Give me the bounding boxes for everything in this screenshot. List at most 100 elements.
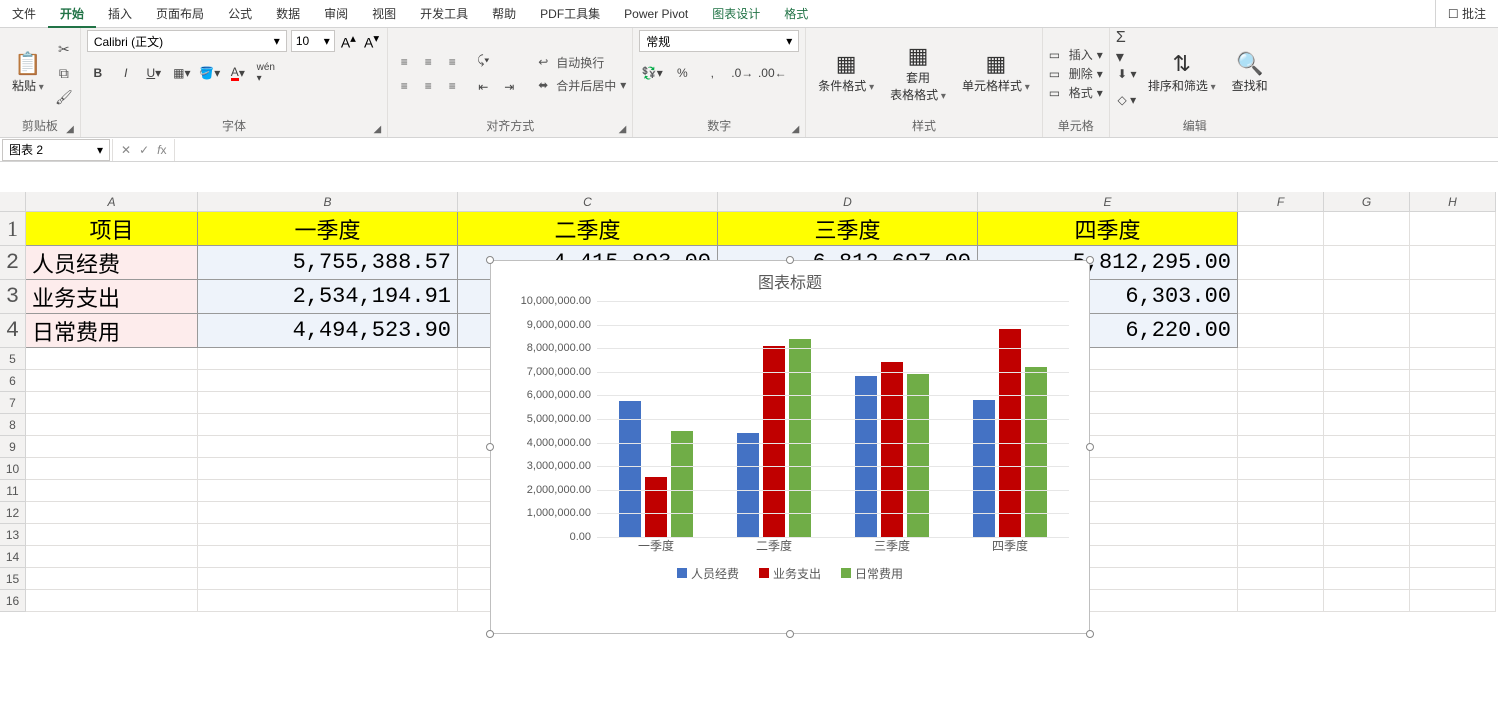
tab-insert[interactable]: 插入: [96, 0, 144, 28]
increase-decimal-button[interactable]: .0→: [729, 62, 755, 84]
row-header-16[interactable]: 16: [0, 590, 26, 612]
cell-g11[interactable]: [1324, 480, 1410, 502]
font-launcher[interactable]: ◢: [374, 124, 382, 135]
col-header-a[interactable]: A: [26, 192, 198, 212]
resize-handle[interactable]: [486, 256, 494, 264]
cell-f15[interactable]: [1238, 568, 1324, 590]
format-painter-button[interactable]: 🖌: [54, 88, 74, 108]
sort-filter-button[interactable]: ⇅排序和筛选: [1142, 51, 1222, 96]
col-header-b[interactable]: B: [198, 192, 458, 212]
font-name-combo[interactable]: Calibri (正文)▾: [87, 30, 287, 52]
tab-powerpivot[interactable]: Power Pivot: [612, 0, 700, 28]
cell-h10[interactable]: [1410, 458, 1496, 480]
cell-f14[interactable]: [1238, 546, 1324, 568]
cell-f7[interactable]: [1238, 392, 1324, 414]
cell-f3[interactable]: [1238, 280, 1324, 314]
fill-button[interactable]: ⬇ ▾: [1116, 63, 1138, 85]
name-box[interactable]: 图表 2▾: [2, 139, 110, 161]
cell-f4[interactable]: [1238, 314, 1324, 348]
embedded-chart[interactable]: 图表标题 0.001,000,000.002,000,000.003,000,0…: [490, 260, 1090, 634]
col-header-c[interactable]: C: [458, 192, 718, 212]
borders-button[interactable]: ▦▾: [171, 62, 193, 84]
tab-chart-format[interactable]: 格式: [772, 0, 820, 28]
cell-a2[interactable]: 人员经费: [26, 246, 198, 280]
cell-b5[interactable]: [198, 348, 458, 370]
tab-file[interactable]: 文件: [0, 0, 48, 28]
cell-b3[interactable]: 2,534,194.91: [198, 280, 458, 314]
cell-h7[interactable]: [1410, 392, 1496, 414]
percent-button[interactable]: %: [669, 62, 695, 84]
cell-h16[interactable]: [1410, 590, 1496, 612]
cell-a4[interactable]: 日常费用: [26, 314, 198, 348]
resize-handle[interactable]: [1086, 630, 1094, 638]
align-left-button[interactable]: ≡: [394, 76, 414, 96]
cell-h6[interactable]: [1410, 370, 1496, 392]
align-center-button[interactable]: ≡: [418, 76, 438, 96]
cell-f10[interactable]: [1238, 458, 1324, 480]
cell-b2[interactable]: 5,755,388.57: [198, 246, 458, 280]
col-header-d[interactable]: D: [718, 192, 978, 212]
row-header-13[interactable]: 13: [0, 524, 26, 546]
cell-f2[interactable]: [1238, 246, 1324, 280]
cell-b11[interactable]: [198, 480, 458, 502]
wrap-text-button[interactable]: ↩自动换行: [534, 54, 626, 71]
tab-help[interactable]: 帮助: [480, 0, 528, 28]
cell-a14[interactable]: [26, 546, 198, 568]
align-launcher[interactable]: ◢: [619, 124, 627, 135]
col-header-e[interactable]: E: [978, 192, 1238, 212]
resize-handle[interactable]: [1086, 443, 1094, 451]
cell-a10[interactable]: [26, 458, 198, 480]
resize-handle[interactable]: [1086, 256, 1094, 264]
formula-input[interactable]: [175, 139, 1498, 161]
cell-f16[interactable]: [1238, 590, 1324, 612]
cell-a12[interactable]: [26, 502, 198, 524]
cell-a16[interactable]: [26, 590, 198, 612]
paste-button[interactable]: 📋 粘贴: [6, 51, 50, 96]
cell-h9[interactable]: [1410, 436, 1496, 458]
resize-handle[interactable]: [486, 443, 494, 451]
col-header-f[interactable]: F: [1238, 192, 1324, 212]
cell-b6[interactable]: [198, 370, 458, 392]
cell-styles-button[interactable]: ▦单元格样式: [956, 51, 1036, 96]
cell-b12[interactable]: [198, 502, 458, 524]
cell-g5[interactable]: [1324, 348, 1410, 370]
cell-a5[interactable]: [26, 348, 198, 370]
cell-b10[interactable]: [198, 458, 458, 480]
cell-a8[interactable]: [26, 414, 198, 436]
tab-home[interactable]: 开始: [48, 0, 96, 28]
cell-f11[interactable]: [1238, 480, 1324, 502]
align-middle-button[interactable]: ≡: [418, 52, 438, 72]
tab-pdf[interactable]: PDF工具集: [528, 0, 612, 28]
align-top-button[interactable]: ≡: [394, 52, 414, 72]
cell-g15[interactable]: [1324, 568, 1410, 590]
cell-b9[interactable]: [198, 436, 458, 458]
cell-g14[interactable]: [1324, 546, 1410, 568]
number-launcher[interactable]: ◢: [792, 124, 800, 135]
cell-h11[interactable]: [1410, 480, 1496, 502]
cell-g4[interactable]: [1324, 314, 1410, 348]
cell-g7[interactable]: [1324, 392, 1410, 414]
row-header-14[interactable]: 14: [0, 546, 26, 568]
cell-f12[interactable]: [1238, 502, 1324, 524]
row-header-8[interactable]: 8: [0, 414, 26, 436]
cell-h14[interactable]: [1410, 546, 1496, 568]
cell-f6[interactable]: [1238, 370, 1324, 392]
cell-b15[interactable]: [198, 568, 458, 590]
cell-h15[interactable]: [1410, 568, 1496, 590]
cell-g1[interactable]: [1324, 212, 1410, 246]
cell-b7[interactable]: [198, 392, 458, 414]
row-header-1[interactable]: 1: [0, 212, 26, 246]
comma-button[interactable]: ,: [699, 62, 725, 84]
cell-g10[interactable]: [1324, 458, 1410, 480]
cell-a7[interactable]: [26, 392, 198, 414]
bold-button[interactable]: B: [87, 62, 109, 84]
cell-b13[interactable]: [198, 524, 458, 546]
row-header-10[interactable]: 10: [0, 458, 26, 480]
find-select-button[interactable]: 🔍查找和: [1226, 51, 1274, 96]
cell-f9[interactable]: [1238, 436, 1324, 458]
cell-a3[interactable]: 业务支出: [26, 280, 198, 314]
delete-cells-button[interactable]: ▭删除 ▾: [1049, 65, 1103, 82]
row-header-11[interactable]: 11: [0, 480, 26, 502]
increase-font-button[interactable]: A▴: [339, 31, 358, 51]
cell-a15[interactable]: [26, 568, 198, 590]
